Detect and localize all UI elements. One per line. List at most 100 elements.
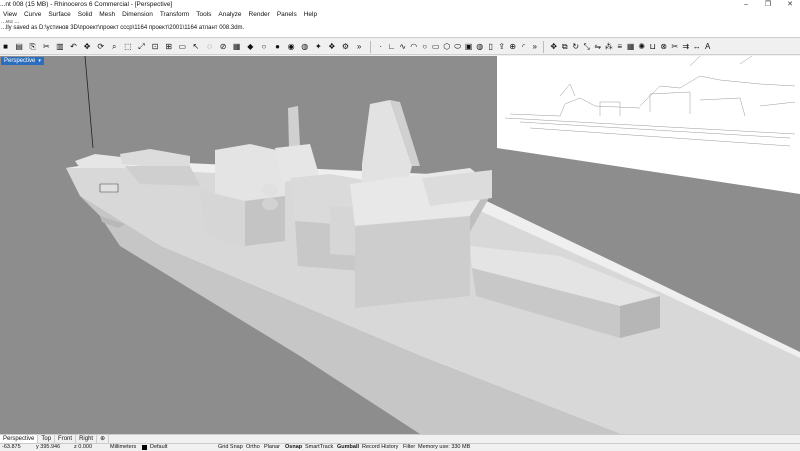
reference-image-plane[interactable] (497, 56, 800, 194)
split-icon[interactable]: ⊗ (659, 41, 668, 52)
light-icon[interactable]: ✦ (314, 41, 323, 52)
add-viewport-tab-icon[interactable]: ⊕ (97, 435, 110, 443)
undo-icon[interactable]: ↶ (69, 41, 78, 52)
zoom-icon[interactable]: ⌕ (110, 41, 119, 52)
cplane-icon[interactable]: ▭ (178, 41, 187, 52)
menu-analyze[interactable]: Analyze (215, 10, 245, 20)
menu-solid[interactable]: Solid (75, 10, 96, 20)
toggle-gumball[interactable]: Gumball (337, 444, 359, 451)
menu-curve[interactable]: Curve (21, 10, 45, 20)
command-history[interactable]: ...ed ... ...lly saved as D:\устинов 3D\… (0, 20, 800, 38)
trim-icon[interactable]: ✂ (670, 41, 679, 52)
menu-help[interactable]: Help (301, 10, 321, 20)
guide-line[interactable] (84, 56, 94, 149)
scale-icon[interactable]: ⤡ (582, 41, 591, 52)
color-icon[interactable]: ◆ (246, 41, 255, 52)
options-icon[interactable]: ⚙ (341, 41, 350, 52)
circle-icon[interactable]: ○ (420, 41, 429, 52)
viewport-tabs: Perspective Top Front Right ⊕ (0, 434, 800, 443)
mirror-icon[interactable]: ⇋ (593, 41, 602, 52)
tab-perspective[interactable]: Perspective (0, 435, 39, 443)
zoom-selected-icon[interactable]: ⊡ (151, 41, 160, 52)
close-button[interactable]: ✕ (779, 0, 800, 10)
minimize-button[interactable]: – (735, 0, 757, 10)
units-display[interactable]: Millimeters (110, 444, 136, 451)
toggle-filter[interactable]: Filter (403, 444, 415, 451)
toggle-planar[interactable]: Planar (264, 444, 280, 451)
tab-top[interactable]: Top (38, 435, 56, 443)
cylinder-icon[interactable]: ▯ (486, 41, 495, 52)
point-icon[interactable]: · (376, 41, 385, 52)
clipboard-icon[interactable]: ▥ (55, 41, 64, 52)
render-icon[interactable]: ❖ (327, 41, 336, 52)
menu-dimension[interactable]: Dimension (119, 10, 157, 20)
join-icon[interactable]: ⊔ (648, 41, 657, 52)
group-icon[interactable]: ▦ (626, 41, 635, 52)
toggle-smarttrack[interactable]: SmartTrack (305, 444, 333, 451)
curve-icon[interactable]: ∿ (398, 41, 407, 52)
viewport-canvas[interactable] (0, 56, 800, 434)
toggle-ortho[interactable]: Ortho (246, 444, 260, 451)
fillet-icon[interactable]: ◜ (519, 41, 528, 52)
arc-icon[interactable]: ◠ (409, 41, 418, 52)
offset-icon[interactable]: ⇉ (681, 41, 690, 52)
box-icon[interactable]: ▣ (464, 41, 473, 52)
viewport-label: Perspective (4, 58, 36, 64)
rotate-icon[interactable]: ↻ (571, 41, 580, 52)
menu-tools[interactable]: Tools (193, 10, 215, 20)
layer-icon[interactable]: ▦ (232, 41, 241, 52)
cut-icon[interactable]: ✂ (42, 41, 51, 52)
perspective-viewport[interactable]: Perspective ▾ (0, 56, 800, 434)
material-icon[interactable]: ◍ (300, 41, 309, 52)
viewport-title-tab[interactable]: Perspective ▾ (1, 57, 44, 65)
command-history-line: ...lly saved as D:\устинов 3D\проект\про… (1, 25, 245, 31)
sphere-icon[interactable]: ◍ (475, 41, 484, 52)
toggle-grid-snap[interactable]: Grid Snap (218, 444, 243, 451)
toggle-osnap[interactable]: Osnap (285, 444, 302, 451)
maximize-button[interactable]: ❐ (757, 0, 779, 10)
menu-mesh[interactable]: Mesh (96, 10, 119, 20)
boolean-icon[interactable]: ⊕ (508, 41, 517, 52)
explode-icon[interactable]: ✺ (637, 41, 646, 52)
array-icon[interactable]: ⁂ (604, 41, 613, 52)
dimension-icon[interactable]: ↔ (692, 41, 701, 52)
wireframe-icon[interactable]: ○ (259, 41, 268, 52)
select-icon[interactable]: ↖ (191, 41, 200, 52)
zoom-extents-icon[interactable]: ⤢ (137, 41, 146, 52)
menu-surface[interactable]: Surface (45, 10, 74, 20)
layer-display[interactable]: Default (150, 444, 167, 451)
save-icon[interactable]: ■ (1, 41, 10, 52)
tab-right[interactable]: Right (76, 435, 98, 443)
lock-icon[interactable]: ⊘ (219, 41, 228, 52)
menu-view[interactable]: View (0, 10, 21, 20)
layer-color-swatch[interactable] (142, 445, 147, 450)
rotate-view-icon[interactable]: ⟳ (96, 41, 105, 52)
rendered-icon[interactable]: ◉ (287, 41, 296, 52)
align-icon[interactable]: ≡ (615, 41, 624, 52)
rectangle-icon[interactable]: ▭ (431, 41, 440, 52)
window-title: ...nt 008 (15 MB) - Rhinoceros 6 Commerc… (0, 1, 173, 8)
more-icon[interactable]: » (355, 41, 364, 52)
zoom-window-icon[interactable]: ⬚ (123, 41, 132, 52)
text-icon[interactable]: A (703, 41, 712, 52)
shaded-icon[interactable]: ● (273, 41, 282, 52)
extrude-icon[interactable]: ⇪ (497, 41, 506, 52)
tab-front[interactable]: Front (55, 435, 77, 443)
menu-transform[interactable]: Transform (157, 10, 193, 20)
coord-x: -63.875 (2, 444, 21, 450)
menu-render[interactable]: Render (246, 10, 274, 20)
menu-panels[interactable]: Panels (274, 10, 301, 20)
polygon-icon[interactable]: ⬡ (442, 41, 451, 52)
viewport-menu-icon[interactable]: ▾ (38, 57, 41, 65)
move-icon[interactable]: ✥ (549, 41, 558, 52)
more-icon[interactable]: » (530, 41, 539, 52)
print-icon[interactable]: ▤ (15, 41, 24, 52)
viewport-4-icon[interactable]: ⊞ (164, 41, 173, 52)
ellipse-icon[interactable]: ⬭ (453, 41, 462, 52)
polyline-icon[interactable]: ∟ (387, 41, 396, 52)
pan-icon[interactable]: ✥ (83, 41, 92, 52)
hide-icon[interactable]: ◌ (205, 41, 214, 52)
copy-object-icon[interactable]: ⧉ (560, 41, 569, 52)
copy-icon[interactable]: ⎘ (28, 41, 37, 52)
toggle-record-history[interactable]: Record History (362, 444, 398, 451)
